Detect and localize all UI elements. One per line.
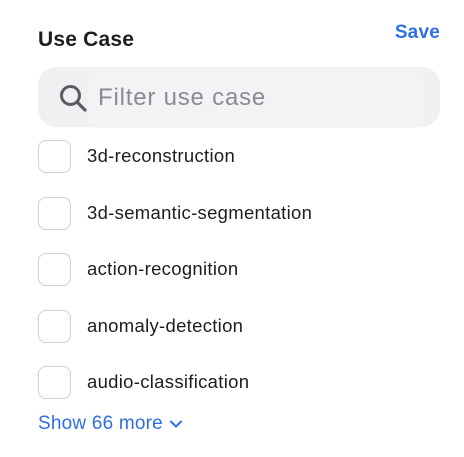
panel-title: Use Case — [38, 28, 135, 51]
show-more-button[interactable]: Show 66 more — [38, 413, 183, 435]
option-label: audio-classification — [87, 371, 250, 392]
search-input[interactable] — [98, 81, 418, 115]
panel-header: Use Case Save — [38, 22, 440, 58]
search-icon — [60, 85, 87, 112]
list-item-3d-reconstruction[interactable]: 3d-reconstruction — [38, 138, 438, 195]
use-case-list: 3d-reconstruction 3d-semantic-segmentati… — [38, 138, 438, 421]
option-label: action-recognition — [87, 258, 239, 279]
checkbox[interactable] — [38, 253, 71, 286]
option-label: 3d-reconstruction — [87, 145, 236, 166]
use-case-filter-panel: Use Case Save 3d-reconstruction 3d-seman… — [0, 0, 464, 457]
option-label: anomaly-detection — [87, 314, 244, 336]
list-item-anomaly-detection[interactable]: anomaly-detection — [38, 308, 438, 365]
option-label: 3d-semantic-segmentation — [87, 201, 313, 223]
show-more-label: Show 66 more — [38, 413, 163, 434]
checkbox[interactable] — [38, 196, 71, 230]
list-item-3d-semantic-segmentation[interactable]: 3d-semantic-segmentation — [38, 195, 438, 252]
list-item-action-recognition[interactable]: action-recognition — [38, 251, 438, 308]
checkbox[interactable] — [38, 366, 71, 399]
save-button[interactable]: Save — [395, 22, 440, 44]
checkbox[interactable] — [38, 140, 71, 173]
chevron-down-icon — [169, 420, 182, 428]
checkbox[interactable] — [38, 309, 71, 343]
search-box[interactable] — [38, 67, 440, 128]
